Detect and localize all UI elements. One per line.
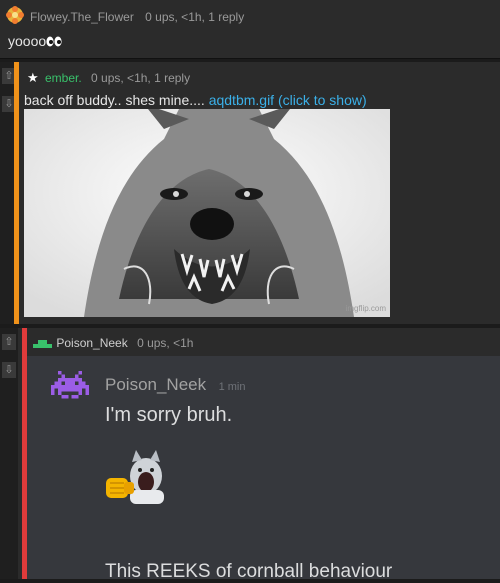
- comment-stats: 0 ups, <1h, 1 reply: [91, 71, 191, 85]
- star-icon: ★: [27, 70, 39, 85]
- green-hat-icon: [33, 337, 52, 351]
- comment-text: back off buddy.. shes mine.... aqdtbm.gi…: [24, 92, 367, 108]
- username-flowey[interactable]: Flowey.The_Flower: [30, 10, 134, 24]
- comment-text-content: back off buddy.. shes mine....: [24, 92, 205, 108]
- discord-embed: Poison_Neek 1 min I'm sorry bruh. This R…: [27, 356, 500, 582]
- username-ember[interactable]: ember.: [45, 71, 82, 85]
- discord-username[interactable]: Poison_Neek: [105, 375, 206, 394]
- vote-column: ⇧ ⇩: [0, 328, 18, 579]
- username-poison-neek[interactable]: Poison_Neek: [56, 336, 127, 350]
- flower-icon: [6, 6, 24, 24]
- cat-fist-sticker-icon: [102, 446, 172, 515]
- gif-link[interactable]: aqdtbm.gif (click to show): [209, 92, 367, 108]
- comment-stats: 0 ups, <1h: [137, 336, 194, 350]
- comment-meta: Poison_Neek 0 ups, <1h: [33, 336, 193, 351]
- comment-text-content: yoooo: [8, 33, 47, 49]
- comment-ember: ⇧ ⇩ ★ ember. 0 ups, <1h, 1 reply back of…: [0, 62, 500, 324]
- arrow-up-icon[interactable]: ⇧: [2, 334, 16, 350]
- space-invader-icon: [51, 371, 89, 414]
- discord-message-2: This REEKS of cornball behaviour: [105, 561, 393, 582]
- wolf-image[interactable]: imgflip.com: [24, 109, 390, 317]
- comment-meta: ★ ember. 0 ups, <1h, 1 reply: [27, 70, 190, 86]
- comment-stats: 0 ups, <1h, 1 reply: [145, 10, 245, 24]
- discord-timestamp: 1 min: [218, 381, 246, 393]
- comment-meta: Flowey.The_Flower 0 ups, <1h, 1 reply: [30, 10, 244, 24]
- image-caption: imgflip.com: [345, 304, 386, 313]
- discord-message-1: I'm sorry bruh.: [105, 404, 233, 426]
- discord-header: Poison_Neek 1 min: [105, 375, 245, 395]
- comment-text: yoooo: [8, 33, 62, 50]
- comment-poison-neek: ⇧ ⇩ Poison_Neek 0 ups, <1h Poison_Neek 1…: [0, 328, 500, 582]
- eyes-icon: [46, 34, 62, 50]
- arrow-down-icon[interactable]: ⇩: [2, 362, 16, 378]
- thread-stripe: [14, 62, 19, 324]
- comment-flowey: Flowey.The_Flower 0 ups, <1h, 1 reply yo…: [0, 0, 500, 59]
